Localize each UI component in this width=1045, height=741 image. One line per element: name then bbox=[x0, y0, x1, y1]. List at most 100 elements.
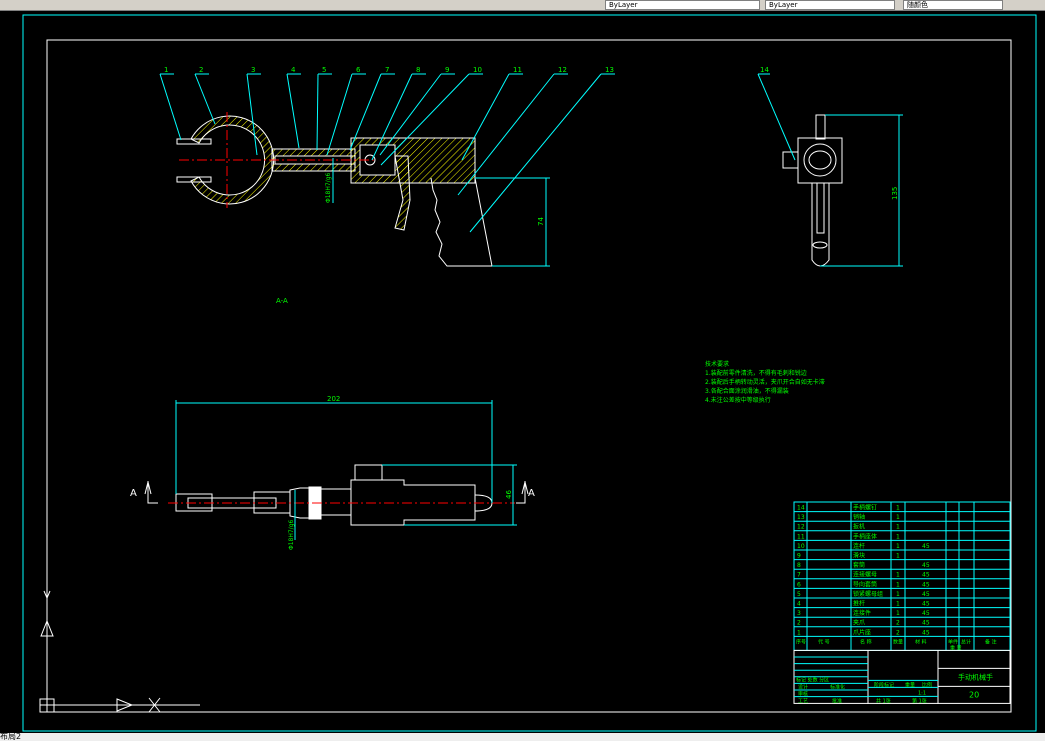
bom-row: 9 滑块 1 bbox=[797, 552, 900, 560]
layout-tabs: 布局2 bbox=[0, 733, 1045, 741]
bom-name: 锁紧螺母组 bbox=[853, 590, 883, 598]
bom-row: 8 套筒 45 bbox=[797, 561, 930, 569]
svg-text:9: 9 bbox=[445, 66, 449, 74]
bom-no: 7 bbox=[797, 572, 801, 579]
bom-no: 14 bbox=[797, 505, 805, 512]
bom-qty: 1 bbox=[896, 533, 900, 540]
bom-material: 45 bbox=[922, 572, 930, 579]
svg-text:审核: 审核 bbox=[798, 690, 808, 697]
bom-qty: 1 bbox=[896, 581, 900, 588]
bom-row: 12 扳机 1 bbox=[797, 523, 900, 531]
bom-name: 推杆 bbox=[853, 600, 865, 608]
bom-qty: 1 bbox=[896, 591, 900, 598]
bom-name: 手柄螺钉 bbox=[853, 504, 877, 512]
svg-text:2: 2 bbox=[199, 66, 203, 74]
balloon-13: 13 bbox=[469, 66, 615, 233]
dim-202-label: 202 bbox=[327, 395, 340, 403]
bom-row: 5 锁紧螺母组 1 45 bbox=[797, 590, 930, 598]
bom-qty: 1 bbox=[896, 514, 900, 521]
balloon-2: 2 bbox=[194, 66, 216, 125]
bom-row: 1 爪片座 2 45 bbox=[797, 628, 930, 636]
balloon-3: 3 bbox=[246, 66, 261, 156]
svg-text:A: A bbox=[130, 488, 137, 499]
svg-text:总计: 总计 bbox=[961, 638, 971, 645]
bom-no: 2 bbox=[797, 620, 801, 627]
svg-text:3: 3 bbox=[251, 66, 255, 74]
bom-material: 45 bbox=[922, 543, 930, 550]
svg-text:1:1: 1:1 bbox=[918, 690, 926, 696]
bom-row: 7 连接螺母 1 45 bbox=[797, 571, 930, 579]
bom-qty: 1 bbox=[896, 610, 900, 617]
svg-text:10: 10 bbox=[473, 66, 482, 74]
color-dropdown[interactable]: ByLayer bbox=[605, 0, 760, 10]
bom-header: 序号代 号名 称数量材 料单件 总计备 注重 量 bbox=[796, 638, 997, 651]
technical-notes: 技术要求 1.装配前零件清洗，不得有毛刺和锐边 2.装配后手柄转动灵活，夹爪开合… bbox=[705, 360, 825, 404]
balloon-5: 5 bbox=[316, 66, 332, 151]
svg-text:1: 1 bbox=[164, 66, 168, 74]
svg-text:阶段标记: 阶段标记 bbox=[874, 681, 894, 688]
bom-name: 套筒 bbox=[853, 561, 865, 569]
plotstyle-dropdown[interactable]: 随颜色 bbox=[903, 0, 1003, 10]
title-block: 标记 处数 分区设计审核工艺 标准化批准 阶段标记 重量 比例 1:1 共 1张 第 1张 手动… bbox=[793, 649, 1011, 704]
drawing-number: 20 bbox=[969, 690, 979, 699]
bom-name: 手柄座体 bbox=[853, 532, 877, 540]
bom-name: 连接螺母 bbox=[853, 571, 877, 579]
bom-name: 销轴 bbox=[853, 513, 865, 521]
section-view bbox=[176, 115, 493, 267]
bom-no: 10 bbox=[797, 543, 805, 550]
svg-text:7: 7 bbox=[385, 66, 389, 74]
bom-no: 9 bbox=[797, 553, 801, 560]
toolbar: ByLayer ByLayer 随颜色 bbox=[0, 0, 1045, 11]
bom-name: 扳机 bbox=[853, 523, 865, 531]
svg-text:4.未注公差按中等级执行: 4.未注公差按中等级执行 bbox=[705, 396, 771, 404]
balloon-14: 14 bbox=[760, 66, 769, 74]
drawing-canvas[interactable]: 1 2 3 4 5 6 7 8 9 10 11 12 13 74 Φ18H7/g6 A-A 14 135… bbox=[0, 11, 1045, 733]
svg-text:标记 处数 分区: 标记 处数 分区 bbox=[796, 676, 829, 683]
bom-qty: 2 bbox=[896, 629, 900, 636]
bom-row: 13 销轴 1 bbox=[797, 513, 900, 521]
bom-qty: 1 bbox=[896, 553, 900, 560]
tab-layout2[interactable]: 布局2 bbox=[0, 733, 21, 741]
bom-no: 8 bbox=[797, 562, 801, 569]
svg-text:5: 5 bbox=[322, 66, 326, 74]
balloon-1: 1 bbox=[159, 66, 182, 141]
bom-row: 3 连接件 1 45 bbox=[797, 609, 930, 617]
svg-text:代 号: 代 号 bbox=[818, 638, 830, 645]
parts-list-table: 14 手柄螺钉 113 销轴 112 扳机 111 手柄座体 110 连杆 1 459 滑块 18 套筒 45… bbox=[793, 501, 1011, 704]
svg-text:备 注: 备 注 bbox=[985, 638, 997, 645]
svg-text:工艺: 工艺 bbox=[798, 698, 808, 704]
bom-row: 14 手柄螺钉 1 bbox=[797, 504, 900, 512]
top-view bbox=[175, 464, 493, 526]
bom-material: 45 bbox=[922, 562, 930, 569]
svg-text:名 称: 名 称 bbox=[860, 638, 872, 645]
section-marker-left: A bbox=[130, 481, 158, 504]
svg-text:13: 13 bbox=[605, 66, 614, 74]
svg-text:2.装配后手柄转动灵活，夹爪开合自如无卡滞: 2.装配后手柄转动灵活，夹爪开合自如无卡滞 bbox=[705, 378, 825, 386]
fit-label-lower: Φ18H7/g6 bbox=[288, 519, 295, 550]
svg-text:重量: 重量 bbox=[905, 681, 915, 688]
bom-no: 12 bbox=[797, 524, 805, 531]
linetype-dropdown[interactable]: ByLayer bbox=[765, 0, 895, 10]
bom-name: 滑块 bbox=[853, 552, 865, 560]
bom-no: 13 bbox=[797, 514, 805, 521]
bom-material: 45 bbox=[922, 581, 930, 588]
bom-no: 3 bbox=[797, 610, 801, 617]
svg-text:比例: 比例 bbox=[922, 681, 932, 688]
svg-text:3.各配合面涂润滑油，不得漏装: 3.各配合面涂润滑油，不得漏装 bbox=[705, 387, 789, 395]
svg-text:序号: 序号 bbox=[796, 638, 806, 645]
bom-qty: 1 bbox=[896, 601, 900, 608]
svg-text:批准: 批准 bbox=[832, 697, 842, 704]
bom-name: 连接件 bbox=[853, 609, 871, 617]
bom-qty: 1 bbox=[896, 543, 900, 550]
section-label: A-A bbox=[276, 297, 288, 305]
bom-no: 5 bbox=[797, 591, 801, 598]
svg-text:技术要求: 技术要求 bbox=[705, 360, 729, 368]
bom-row: 11 手柄座体 1 bbox=[797, 532, 900, 540]
bom-material: 45 bbox=[922, 629, 930, 636]
svg-text:6: 6 bbox=[356, 66, 361, 74]
bom-qty: 1 bbox=[896, 505, 900, 512]
bom-material: 45 bbox=[922, 620, 930, 627]
bom-no: 1 bbox=[797, 629, 801, 636]
svg-text:数量: 数量 bbox=[893, 638, 903, 645]
bom-qty: 1 bbox=[896, 572, 900, 579]
